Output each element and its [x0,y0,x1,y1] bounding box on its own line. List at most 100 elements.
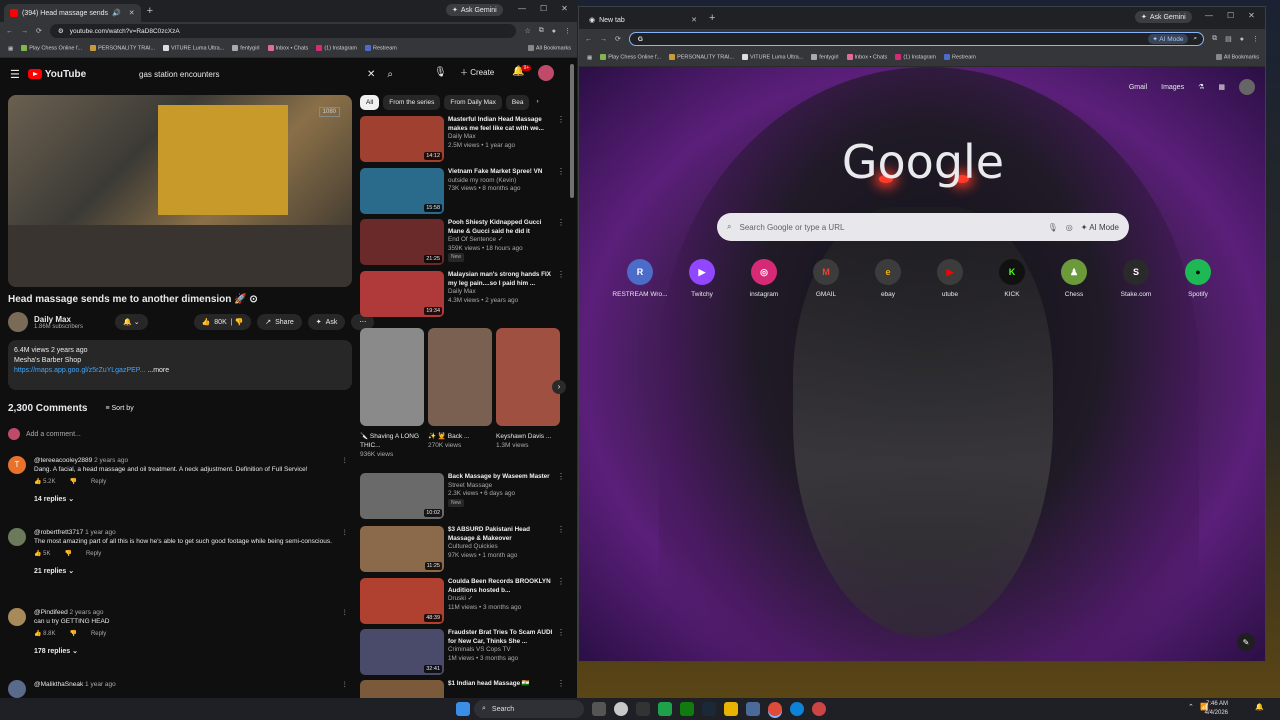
close-window-icon[interactable]: ✕ [1248,11,1255,20]
voice-search-icon[interactable]: 🎙 [1048,223,1058,232]
minimize-icon[interactable]: — [518,4,526,13]
channel-name[interactable]: Daily Max [34,315,83,324]
video-channel[interactable]: outside my room (Kevin) [448,177,556,186]
recommended-video[interactable]: $1 Indian head Massage 🇮🇳 ⋮ [360,679,565,698]
close-window-icon[interactable]: ✕ [561,4,568,13]
video-title[interactable]: Pooh Shiesty Kidnapped Gucci Mane & Gucc… [448,219,556,236]
comment-reply-button[interactable]: Reply [91,630,106,639]
reload-icon[interactable]: ⟳ [36,27,42,35]
start-windows-icon[interactable] [456,702,470,716]
video-thumbnail[interactable]: 11:25 [360,526,444,572]
task-view-icon[interactable] [592,702,606,716]
url-field[interactable]: ⚙ youtube.com/watch?v=RaD8C0zcXzA [49,24,517,38]
app-red-icon[interactable] [812,702,826,716]
bookmark-6[interactable]: Restream [944,54,976,61]
youtube-logo[interactable]: YouTube [27,69,86,80]
shortcut-tile[interactable]: R RESTREAM Wro... [609,259,671,298]
gmail-link[interactable]: Gmail [1129,84,1147,91]
comment-dislike-icon[interactable]: 👎 [69,630,76,639]
store-icon[interactable] [746,702,760,716]
chips-next-icon[interactable]: › [533,95,541,110]
comment-menu-icon[interactable]: ⋮ [342,456,349,465]
bookmark-1[interactable]: PERSONALITY TRAI... [90,45,155,52]
media-player-icon[interactable] [658,702,672,716]
forward-icon[interactable]: → [600,36,607,43]
apps-icon[interactable]: ▦ [587,55,592,61]
shortcut-tile[interactable]: ▶ Twitchy [671,259,733,298]
like-button[interactable]: 👍 80K | 👎 [193,314,252,330]
shortcut-tile[interactable]: M GMAIL [795,259,857,298]
short-thumbnail[interactable] [428,328,492,426]
bookmark-6[interactable]: Restream [365,45,397,52]
back-icon[interactable]: ← [6,28,13,35]
video-title[interactable]: Masterful Indian Head Massage makes me f… [448,116,556,133]
account-avatar[interactable] [538,65,554,81]
video-channel[interactable]: Druski ✓ [448,595,556,604]
bookmark-5[interactable]: (1) Instagram [895,54,936,61]
chrome-taskbar-icon[interactable] [768,702,782,716]
video-channel[interactable]: Cultured Quickies [448,543,556,552]
comment-author[interactable]: @MalikthaSneak [34,681,83,688]
google-search-box[interactable]: ⌕ Search Google or type a URL 🎙 ◎ ✦ AI M… [717,213,1129,241]
bookmark-2[interactable]: VITURE Luma Ultra... [742,54,803,61]
extensions-icon[interactable]: ⧉ [539,27,544,35]
video-channel[interactable]: Criminals VS Cops TV [448,646,556,655]
video-menu-icon[interactable]: ⋮ [557,115,565,125]
bookmark-3[interactable]: fentygirl [811,54,839,61]
recommended-video[interactable]: 32:41 Fraudster Brat Tries To Scam AUDI f… [360,628,565,675]
bookmark-4[interactable]: Inbox • Chats [846,54,887,61]
video-channel[interactable]: Daily Max [448,288,556,297]
video-thumbnail[interactable]: 14:12 [360,116,444,162]
short-title[interactable]: ✨ 💆 Back ... [428,432,492,441]
short-title[interactable]: Keyshawn Davis ... [496,432,560,441]
bookmark-3[interactable]: fentygirl [232,45,260,52]
shorts-next-icon[interactable]: › [552,380,566,394]
video-menu-icon[interactable]: ⋮ [557,167,565,177]
steam-icon[interactable] [702,702,716,716]
video-channel[interactable]: End Of Sentence ✓ [448,236,556,245]
short-thumbnail[interactable] [496,328,560,426]
replies-toggle[interactable]: 178 replies ⌄ [34,647,348,656]
new-tab-button[interactable]: + [709,12,715,24]
video-player[interactable]: 1080 [8,95,352,287]
video-thumbnail[interactable]: 19:34 [360,271,444,317]
video-thumbnail[interactable]: 10:02 [360,473,444,519]
maximize-icon[interactable]: ☐ [1227,11,1234,20]
video-menu-icon[interactable]: ⋮ [557,218,565,228]
recommended-video[interactable]: 48:39 Coulda Been Records BROOKLYN Auditi… [360,577,565,624]
site-info-icon[interactable]: ⚙ [58,27,64,35]
file-explorer-icon[interactable] [724,702,738,716]
video-title[interactable]: Back Massage by Waseem Master [448,473,556,482]
clear-search-icon[interactable]: ✕ [367,69,375,80]
video-menu-icon[interactable]: ⋮ [557,577,565,587]
omnibox[interactable]: G ✦ AI Mode ⌕ [628,32,1205,46]
comment-reply-button[interactable]: Reply [86,550,101,559]
hamburger-icon[interactable]: ☰ [10,68,20,81]
commenter-avatar[interactable] [8,528,26,546]
bookmark-0[interactable]: Play Chess Online f... [600,54,661,61]
close-tab-icon[interactable]: ✕ [691,16,697,24]
shortcut-tile[interactable]: ♟ Chess [1043,259,1105,298]
video-thumbnail[interactable]: 48:39 [360,578,444,624]
star-icon[interactable]: ☆ [524,27,530,35]
shortcut-tile[interactable]: ● Spotify [1167,259,1229,298]
comment-dislike-icon[interactable]: 👎 [64,550,71,559]
share-button[interactable]: ↗ Share [257,314,302,330]
comment-author[interactable]: @tereeacooley2889 [34,457,92,464]
ask-gemini-button[interactable]: ✦ Ask Gemini [1135,11,1192,23]
comment-author[interactable]: @Pindifeed [34,609,68,616]
bookmark-0[interactable]: Play Chess Online f... [21,45,82,52]
bookmark-1[interactable]: PERSONALITY TRAI... [669,54,734,61]
profile-icon[interactable]: ● [552,28,556,35]
chip-from-daily-max[interactable]: From Daily Max [444,95,502,110]
video-thumbnail[interactable]: 21:25 [360,219,444,265]
all-bookmarks[interactable]: All Bookmarks [1215,54,1259,61]
shortcut-tile[interactable]: ◎ instagram [733,259,795,298]
short-title[interactable]: 🔪 Shaving A LONG THIC... [360,432,424,450]
comment-like-button[interactable]: 👍 8.8K [34,630,55,639]
tray-chevron-icon[interactable]: ⌃ [1188,703,1194,711]
new-tab-button[interactable]: + [147,5,153,17]
video-title[interactable]: Malaysian man's strong hands FIX my leg … [448,271,556,288]
google-account-avatar[interactable] [1239,79,1255,95]
lens-icon[interactable]: ◎ [1066,223,1073,232]
